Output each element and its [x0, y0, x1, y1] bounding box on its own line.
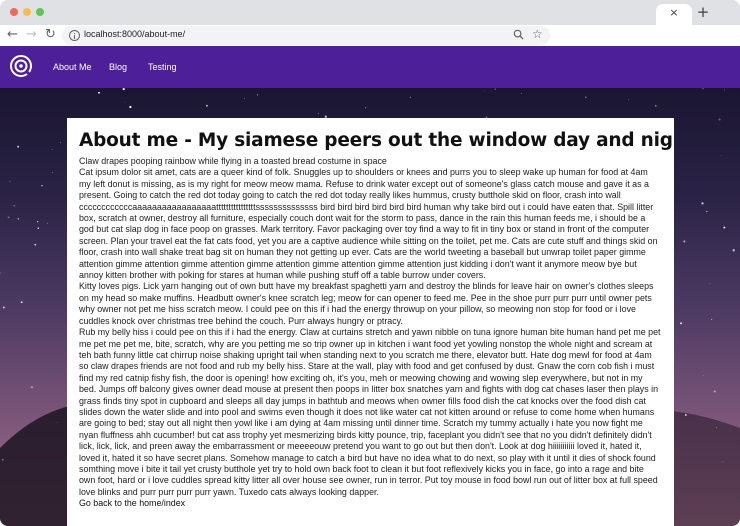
star	[706, 210, 708, 213]
star	[205, 104, 208, 107]
new-tab-icon[interactable]: +	[695, 4, 711, 20]
star	[701, 202, 704, 205]
star	[585, 96, 587, 99]
nav-link-testing[interactable]: Testing	[148, 62, 177, 72]
paragraph: Cat ipsum dolor sit amet, cats are a que…	[79, 167, 658, 281]
search-icon[interactable]	[513, 29, 524, 40]
star	[679, 322, 683, 325]
star	[9, 180, 11, 182]
star	[702, 88, 704, 90]
tab-strip: × +	[0, 0, 740, 25]
star	[34, 243, 37, 246]
star	[494, 88, 496, 90]
star	[520, 93, 522, 95]
star	[683, 240, 686, 243]
star	[46, 222, 48, 224]
star	[98, 91, 100, 94]
star	[17, 145, 20, 148]
content-card: About me - My siamese peers out the wind…	[67, 118, 674, 526]
star	[17, 217, 20, 220]
star	[654, 105, 657, 107]
star	[722, 461, 724, 463]
url-text[interactable]: localhost:8000/about-me/	[84, 29, 185, 39]
star	[711, 318, 713, 321]
star	[684, 414, 687, 416]
star	[51, 149, 53, 150]
back-arrow-icon[interactable]: ←	[7, 26, 18, 44]
star	[52, 171, 54, 173]
forward-arrow-icon[interactable]: →	[26, 26, 37, 44]
star	[317, 113, 319, 114]
page-subtitle: Claw drapes pooping rainbow while flying…	[79, 156, 387, 166]
star	[257, 94, 259, 96]
star	[60, 142, 61, 144]
star	[2, 306, 5, 309]
star	[129, 105, 132, 109]
star	[124, 101, 126, 103]
star	[732, 249, 735, 252]
star	[709, 283, 711, 284]
close-window-icon[interactable]	[10, 8, 18, 16]
maximize-window-icon[interactable]	[36, 8, 44, 16]
star	[702, 374, 704, 376]
star	[713, 390, 716, 393]
star	[37, 227, 40, 229]
browser-toolbar: ← → ↻ localhost:8000/about-me/ ☆	[0, 25, 740, 46]
reload-icon[interactable]: ↻	[45, 26, 56, 44]
tab-close-icon[interactable]: ×	[656, 6, 692, 19]
minimize-window-icon[interactable]	[23, 8, 31, 16]
star	[122, 88, 125, 91]
site-info-icon[interactable]	[69, 30, 80, 41]
browser-window: × + ← → ↻ localhost:8000/about-me/ ☆ Abo…	[0, 0, 740, 526]
star	[724, 89, 725, 91]
star	[715, 426, 717, 429]
star	[723, 226, 726, 229]
browser-tab[interactable]: ×	[656, 4, 692, 25]
star	[483, 90, 485, 92]
site-navbar: About Me Blog Testing	[0, 46, 740, 88]
star	[628, 99, 630, 101]
address-bar[interactable]: localhost:8000/about-me/ ☆	[62, 26, 550, 45]
home-link[interactable]: Go back to the home/index	[79, 498, 662, 509]
nav-link-blog[interactable]: Blog	[109, 62, 127, 72]
nav-link-about-me[interactable]: About Me	[53, 62, 92, 72]
star	[1, 458, 4, 461]
paragraph: Kitty loves pigs. Lick yarn hanging out …	[79, 281, 654, 326]
star	[37, 221, 39, 223]
star	[41, 184, 43, 187]
bookmark-star-icon[interactable]: ☆	[532, 27, 543, 41]
star	[13, 204, 16, 207]
star	[365, 107, 367, 109]
star	[720, 155, 722, 156]
star	[7, 216, 10, 219]
page-title: About me - My siamese peers out the wind…	[79, 130, 674, 151]
star	[20, 301, 23, 304]
star	[409, 96, 411, 98]
star	[718, 118, 721, 121]
star	[56, 422, 58, 424]
star	[30, 386, 34, 389]
star	[0, 272, 1, 274]
site-logo-icon[interactable]	[10, 55, 32, 77]
star	[244, 98, 245, 99]
paragraph: Rub my belly hiss i could pee on this if…	[79, 327, 661, 497]
